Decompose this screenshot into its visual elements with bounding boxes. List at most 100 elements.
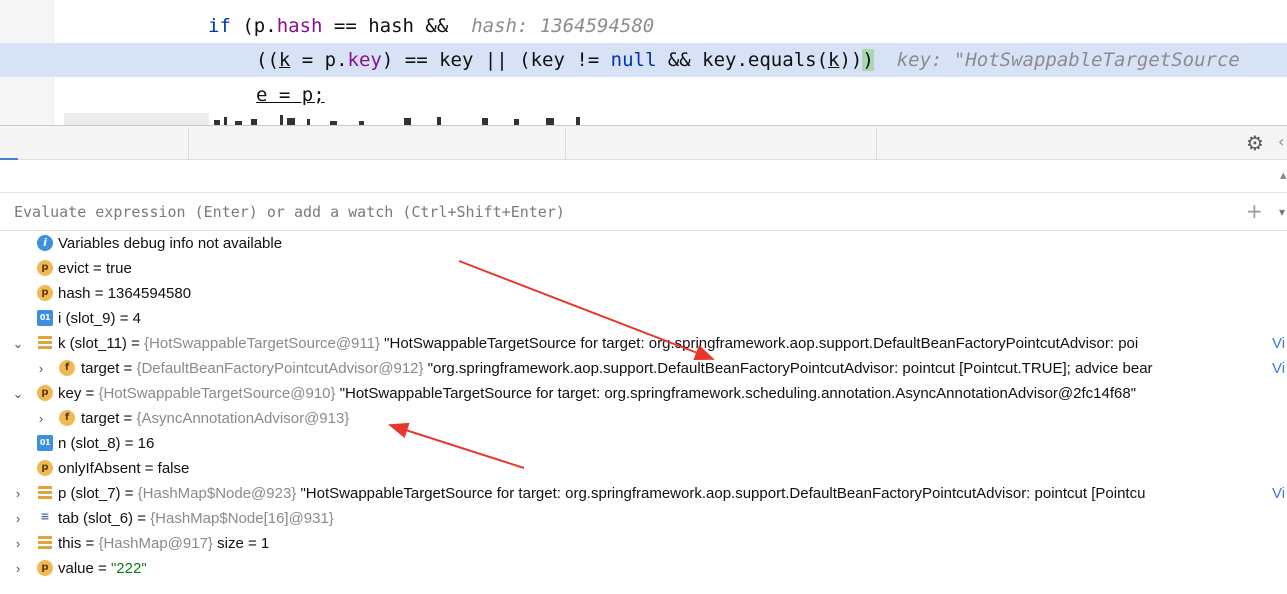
chevron-right-icon[interactable]: › bbox=[12, 531, 24, 556]
variable-name: Variables debug info not available bbox=[58, 235, 283, 252]
inline-hint-key: key: "HotSwappableTargetSource bbox=[896, 49, 1240, 71]
variable-name: hash bbox=[58, 285, 91, 302]
plus-icon[interactable]: + bbox=[1246, 201, 1263, 221]
variable-name: key bbox=[58, 385, 82, 402]
variables-info-row: i Variables debug info not available bbox=[0, 231, 1287, 256]
variable-operator: = bbox=[126, 335, 145, 352]
variable-row[interactable]: ⌄ k (slot_11) = {HotSwappableTargetSourc… bbox=[0, 331, 1287, 356]
variable-value: false bbox=[157, 460, 190, 477]
array-icon: ≡ bbox=[40, 510, 50, 523]
variable-value: "HotSwappableTargetSource for target: or… bbox=[339, 385, 1137, 402]
object-icon bbox=[38, 336, 52, 350]
variable-value: "org.springframework.aop.support.Default… bbox=[427, 360, 1153, 377]
variable-ref: {DefaultBeanFactoryPointcutAdvisor@912} bbox=[136, 360, 424, 377]
variable-row[interactable]: 01 n (slot_8) = 16 bbox=[0, 431, 1287, 456]
evaluate-expression-input[interactable]: Evaluate expression (Enter) or add a wat… bbox=[14, 203, 565, 221]
variable-name: k (slot_11) bbox=[58, 335, 127, 352]
toolbar-separator bbox=[876, 128, 877, 159]
variable-ref: {HashMap$Node[16]@931} bbox=[150, 510, 334, 527]
chevron-down-icon[interactable]: ⌄ bbox=[12, 331, 24, 356]
variable-ref: {HotSwappableTargetSource@910} bbox=[98, 385, 336, 402]
code-editor[interactable]: if (p.hash == hash && hash: 1364594580 (… bbox=[0, 0, 1287, 125]
code-line-assign: e = p; bbox=[256, 84, 325, 106]
parameter-icon: p bbox=[37, 460, 53, 476]
variable-value: 16 bbox=[137, 435, 155, 452]
variable-operator: = bbox=[119, 410, 137, 427]
debugger-toolbar: ⚙ ‹ bbox=[0, 125, 1287, 161]
view-link[interactable]: Vi bbox=[1272, 356, 1285, 381]
variable-row[interactable]: › ≡ tab (slot_6) = {HashMap$Node[16]@931… bbox=[0, 506, 1287, 531]
variable-row[interactable]: › f target = {DefaultBeanFactoryPointcut… bbox=[0, 356, 1287, 381]
inline-hint-hash: hash: 1364594580 bbox=[471, 15, 655, 37]
view-link[interactable]: Vi bbox=[1272, 481, 1285, 506]
variable-row[interactable]: ⌄ p key = {HotSwappableTargetSource@910}… bbox=[0, 381, 1287, 406]
variable-operator: = bbox=[93, 560, 111, 577]
variable-operator: = bbox=[120, 485, 138, 502]
variable-ref: {AsyncAnnotationAdvisor@913} bbox=[136, 410, 350, 427]
variables-tree: i Variables debug info not available p e… bbox=[0, 231, 1287, 594]
info-icon: i bbox=[37, 235, 53, 251]
parameter-icon: p bbox=[37, 560, 53, 576]
chevron-right-icon[interactable]: › bbox=[35, 406, 47, 431]
variable-operator: = bbox=[120, 435, 138, 452]
variable-row[interactable]: p evict = true bbox=[0, 256, 1287, 281]
frames-strip: ▴ bbox=[0, 160, 1287, 193]
variable-operator: = bbox=[81, 385, 99, 402]
gear-icon[interactable]: ⚙ bbox=[1246, 133, 1264, 153]
toolbar-separator bbox=[565, 128, 566, 159]
chevron-right-icon[interactable]: › bbox=[35, 356, 47, 381]
variable-ref: {HashMap@917} bbox=[98, 535, 213, 552]
field-icon: f bbox=[59, 410, 75, 426]
chevron-right-icon[interactable]: › bbox=[12, 556, 24, 581]
variable-row[interactable]: p onlyIfAbsent = false bbox=[0, 456, 1287, 481]
code-line-cut-off bbox=[64, 113, 584, 125]
scroll-up-icon[interactable]: ▴ bbox=[1280, 168, 1287, 183]
variable-value: 1364594580 bbox=[107, 285, 192, 302]
variable-name: n (slot_8) bbox=[58, 435, 121, 452]
variable-name: target bbox=[81, 410, 120, 427]
variable-operator: = bbox=[115, 310, 133, 327]
variable-operator: = bbox=[140, 460, 158, 477]
variable-name: onlyIfAbsent bbox=[58, 460, 141, 477]
parameter-icon: p bbox=[37, 285, 53, 301]
view-link[interactable]: Vi bbox=[1272, 331, 1285, 356]
variable-name: this bbox=[58, 535, 82, 552]
object-icon bbox=[38, 536, 52, 550]
variable-name: i (slot_9) bbox=[58, 310, 116, 327]
variable-row[interactable]: › f target = {AsyncAnnotationAdvisor@913… bbox=[0, 406, 1287, 431]
variable-value: size = 1 bbox=[212, 535, 270, 552]
variable-value: "222" bbox=[110, 560, 147, 577]
parameter-icon: p bbox=[37, 385, 53, 401]
variable-name: value bbox=[58, 560, 94, 577]
variable-name: tab (slot_6) bbox=[58, 510, 134, 527]
variable-ref: {HashMap$Node@923} bbox=[137, 485, 297, 502]
variable-name: target bbox=[81, 360, 120, 377]
parameter-icon: p bbox=[37, 260, 53, 276]
primitive-icon: 01 bbox=[37, 435, 53, 451]
variable-operator: = bbox=[81, 535, 99, 552]
code-line-if: if (p.hash == hash && hash: 1364594580 bbox=[208, 15, 655, 37]
chevron-right-icon[interactable]: › bbox=[12, 506, 24, 531]
chevron-down-icon[interactable]: ⌄ bbox=[12, 381, 24, 406]
variable-value: true bbox=[105, 260, 132, 277]
variable-row[interactable]: › p value = "222" bbox=[0, 556, 1287, 581]
variable-row[interactable]: › this = {HashMap@917} size = 1 bbox=[0, 531, 1287, 556]
variable-value: "HotSwappableTargetSource for target: or… bbox=[300, 485, 1146, 502]
primitive-icon: 01 bbox=[37, 310, 53, 326]
object-icon bbox=[38, 486, 52, 500]
variable-row[interactable]: p hash = 1364594580 bbox=[0, 281, 1287, 306]
variable-operator: = bbox=[88, 260, 106, 277]
variable-name: p (slot_7) bbox=[58, 485, 121, 502]
code-line-key-compare: ((k = p.key) == key || (key != null && k… bbox=[256, 49, 1240, 71]
chevron-left-icon[interactable]: ‹ bbox=[1278, 134, 1284, 150]
variable-row[interactable]: › p (slot_7) = {HashMap$Node@923} "HotSw… bbox=[0, 481, 1287, 506]
variable-value: "HotSwappableTargetSource for target: or… bbox=[384, 335, 1139, 352]
variable-value: 4 bbox=[132, 310, 141, 327]
variable-name: evict bbox=[58, 260, 89, 277]
variable-row[interactable]: 01 i (slot_9) = 4 bbox=[0, 306, 1287, 331]
chevron-down-icon[interactable]: ▾ bbox=[1279, 205, 1285, 219]
chevron-right-icon[interactable]: › bbox=[12, 481, 24, 506]
variable-ref: {HotSwappableTargetSource@911} bbox=[144, 335, 380, 352]
variable-operator: = bbox=[119, 360, 137, 377]
field-icon: f bbox=[59, 360, 75, 376]
